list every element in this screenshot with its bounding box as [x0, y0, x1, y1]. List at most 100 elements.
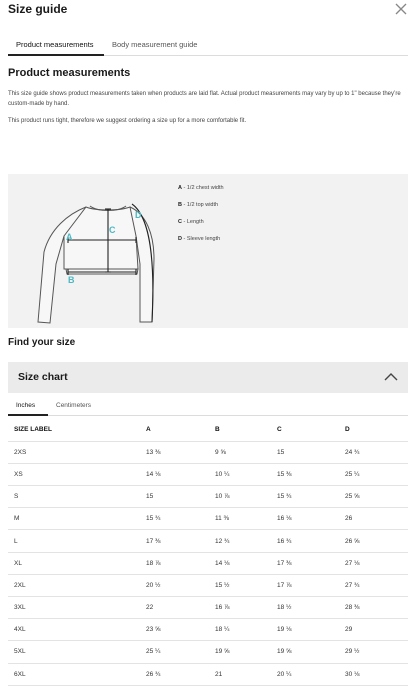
table-cell: 19 ⅝ — [209, 640, 271, 664]
table-cell: 17 ⅜ — [271, 552, 339, 575]
table-cell: 24 ¾ — [339, 441, 408, 464]
size-chart-table: SIZE LABEL A B C D 2XS 13 ⅜9 ⅝ 15 24 ¾ XS 14 … — [8, 419, 408, 686]
modal-header: Size guide — [0, 0, 416, 24]
table-cell: 28 ⅜ — [339, 596, 408, 620]
table-row: 2XL 20 ½ 15 ½ 17 ⅞ 27 ¾ — [8, 574, 408, 598]
table-cell: 23 ⅝ — [140, 618, 209, 642]
table-cell: 18 ¼ — [209, 618, 271, 642]
table-row: 2XS 13 ⅜9 ⅝ 15 24 ¾ — [8, 441, 408, 464]
legend-item: C - Length — [178, 219, 204, 225]
table-cell: 19 ⅛ — [271, 618, 339, 642]
measurement-legend: A - 1/2 chest width B - 1/2 top width C … — [178, 185, 224, 253]
table-cell: 29 ½ — [339, 640, 408, 664]
tab-inches[interactable]: Inches — [16, 402, 35, 409]
size-chart-accordion[interactable]: Size chart — [8, 362, 408, 393]
marker-d: D — [135, 210, 142, 220]
tab-body-measurement-guide[interactable]: Body measurement guide — [112, 40, 197, 49]
measurement-description: This size guide shows product measuremen… — [8, 91, 401, 107]
tab-product-measurements[interactable]: Product measurements — [16, 40, 94, 49]
table-cell: 2XL — [8, 574, 140, 598]
close-icon[interactable] — [394, 2, 408, 16]
table-cell: 15 ⅜ — [271, 463, 339, 487]
table-cell: 22 — [140, 596, 209, 620]
table-cell: 26 — [339, 507, 408, 531]
table-cell: 27 ¾ — [339, 574, 408, 598]
table-cell: 27 ⅛ — [339, 552, 408, 575]
table-row: 4XL 23 ⅝ 18 ¼ 19 ⅛ 29 — [8, 618, 408, 642]
product-measurements-heading: Product measurements — [8, 67, 131, 79]
table-cell: 3XL — [8, 596, 140, 620]
table-cell: 15 — [140, 485, 209, 509]
table-cell: 12 ¾ — [209, 529, 271, 553]
table-cell: 15 ½ — [209, 574, 271, 598]
table-cell: 18 ⅞ — [140, 552, 209, 575]
table-cell: 20 ¼ — [271, 663, 339, 686]
table-cell: 16 ¾ — [271, 529, 339, 553]
table-cell: M — [8, 507, 140, 531]
measurement-diagram: A B C D A - 1/2 chest width B - 1/2 top … — [8, 174, 408, 328]
table-cell: 13 ⅜ — [140, 441, 209, 464]
table-cell: 19 ⅝ — [271, 640, 339, 664]
modal-title: Size guide — [8, 2, 68, 16]
table-body: 2XS 13 ⅜9 ⅝ 15 24 ¾ XS 14 ⅛ 10 ¼ 15 ⅜ 25 ¼ S 15 10 … — [8, 441, 408, 686]
table-row: S 15 10 ⅞ 15 ¾ 25 ⅝ — [8, 485, 408, 509]
table-row: XL 18 ⅞ 14 ⅛ 17 ⅜ 27 ⅛ — [8, 552, 408, 575]
marker-a: A — [66, 232, 73, 242]
table-cell: 5XL — [8, 640, 140, 664]
table-row: L 17 ⅜ 12 ¾ 16 ¾ 26 ⅝ — [8, 529, 408, 553]
marker-c: C — [109, 225, 116, 235]
table-cell: XL — [8, 552, 140, 575]
table-cell: 15 ¾ — [140, 507, 209, 531]
column-header: A — [140, 419, 209, 442]
table-cell: 18 ½ — [271, 596, 339, 620]
marker-b: B — [68, 275, 75, 285]
table-row: 5XL 25 ¼ 19 ⅝ 19 ⅝ 29 ½ — [8, 640, 408, 664]
table-cell: L — [8, 529, 140, 553]
table-cell: 21 — [209, 663, 271, 686]
table-cell: 11 ⅜ — [209, 507, 271, 531]
table-cell: 25 ⅝ — [339, 485, 408, 509]
table-cell: 25 ¼ — [140, 640, 209, 664]
table-cell: 30 ⅛ — [339, 663, 408, 686]
table-cell: XS — [8, 463, 140, 487]
table-cell: 17 ⅞ — [271, 574, 339, 598]
legend-item: D - Sleeve length — [178, 236, 221, 242]
column-header: SIZE LABEL — [8, 419, 140, 442]
table-cell: 25 ¼ — [339, 463, 408, 487]
table-cell: 10 ¼ — [209, 463, 271, 487]
legend-item: B - 1/2 top width — [178, 202, 219, 208]
table-row: M 15 ¾ 11 ⅜ 16 ⅛ 26 — [8, 507, 408, 531]
table-row: 3XL 22 16 ⅞ 18 ½ 28 ⅜ — [8, 596, 408, 620]
table-cell: 14 ⅛ — [209, 552, 271, 575]
table-cell: 9 ⅝ — [209, 441, 271, 464]
table-cell: 6XL — [8, 663, 140, 686]
size-chart-title: Size chart — [18, 371, 68, 383]
table-cell: 26 ⅝ — [339, 529, 408, 553]
guide-tabs: Product measurements Body measurement gu… — [8, 36, 408, 56]
table-row: 6XL 26 ¾ 21 20 ¼ 30 ⅛ — [8, 663, 408, 686]
table-cell: 10 ⅞ — [209, 485, 271, 509]
table-cell: 16 ⅞ — [209, 596, 271, 620]
table-cell: S — [8, 485, 140, 509]
table-row: XS 14 ⅛ 10 ¼ 15 ⅜ 25 ¼ — [8, 463, 408, 487]
table-cell: 29 — [339, 618, 408, 642]
table-cell: 17 ⅜ — [140, 529, 209, 553]
tab-centimeters[interactable]: Centimeters — [56, 402, 91, 409]
legend-item: A - 1/2 chest width — [178, 185, 224, 191]
fit-note: This product runs tight, therefore we su… — [8, 118, 247, 124]
table-cell: 14 ⅛ — [140, 463, 209, 487]
column-header: D — [339, 419, 408, 442]
column-header: C — [271, 419, 339, 442]
table-cell: 16 ⅛ — [271, 507, 339, 531]
table-header-row: SIZE LABEL A B C D — [8, 419, 408, 442]
table-cell: 2XS — [8, 441, 140, 464]
active-unit-indicator — [8, 414, 48, 416]
table-cell: 4XL — [8, 618, 140, 642]
column-header: B — [209, 419, 271, 442]
table-cell: 20 ½ — [140, 574, 209, 598]
active-tab-indicator — [8, 54, 104, 56]
chevron-up-icon[interactable] — [384, 372, 398, 382]
unit-tabs: Inches Centimeters — [8, 396, 408, 416]
table-cell: 26 ¾ — [140, 663, 209, 686]
find-your-size-heading: Find your size — [8, 337, 76, 348]
